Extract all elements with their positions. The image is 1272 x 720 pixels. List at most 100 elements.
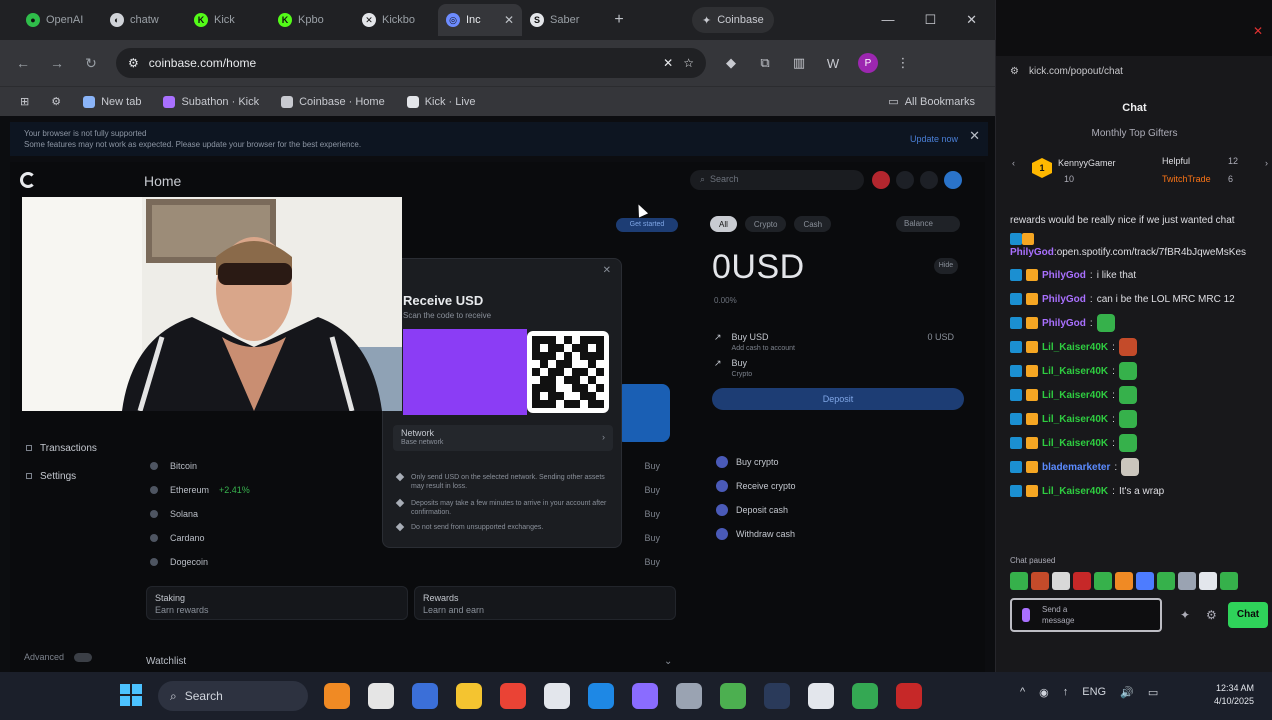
tray-icon[interactable]: ENG: [1082, 686, 1106, 699]
address-bar[interactable]: ⚙ coinbase.com/home ✕ ☆: [116, 48, 706, 78]
wallet-icon[interactable]: W: [824, 56, 842, 71]
buy-usd-row[interactable]: ↗ Buy USD Add cash to account 0 USD: [714, 332, 954, 354]
emote-icon[interactable]: [1073, 572, 1091, 590]
banner-close-icon[interactable]: ✕: [969, 129, 980, 142]
emote-icon[interactable]: [1031, 572, 1049, 590]
bookmark-item[interactable]: Coinbase · Home: [281, 95, 385, 108]
new-tab-icon[interactable]: +: [606, 11, 632, 29]
browser-tab[interactable]: K Kpbo: [270, 4, 354, 36]
bookmark-item[interactable]: Kick · Live: [406, 95, 475, 108]
emote-icon[interactable]: [1157, 572, 1175, 590]
gifter-name[interactable]: Helpful: [1162, 156, 1190, 166]
chat-input[interactable]: Send a message: [1010, 598, 1162, 632]
quick-action-link[interactable]: Receive crypto: [716, 480, 796, 492]
quick-action-link[interactable]: Withdraw cash: [716, 528, 795, 540]
asset-action-button[interactable]: Buy: [644, 533, 666, 543]
chat-username[interactable]: PhilyGod: [1010, 247, 1054, 258]
promo-tile[interactable]: [616, 384, 670, 442]
taskbar-app-icon[interactable]: [588, 683, 614, 709]
close-icon[interactable]: ✕: [603, 265, 611, 276]
gifter-name[interactable]: TwitchTrade: [1162, 174, 1211, 184]
site-info-icon[interactable]: ⚙: [128, 56, 139, 70]
taskbar-app-icon[interactable]: [764, 683, 790, 709]
chat-username[interactable]: PhilyGod: [1042, 294, 1086, 305]
asset-action-button[interactable]: Buy: [644, 485, 666, 495]
asset-action-button[interactable]: Buy: [644, 557, 666, 567]
all-bookmarks[interactable]: ▭ All Bookmarks: [888, 95, 975, 109]
close-icon[interactable]: ✕: [966, 12, 977, 28]
sidebar-item[interactable]: Transactions: [22, 434, 132, 462]
split-view-icon[interactable]: ▥: [790, 55, 808, 71]
menu-icon[interactable]: ⋮: [894, 55, 912, 71]
puzzle-icon[interactable]: ⧉: [756, 55, 774, 71]
start-button[interactable]: [120, 684, 142, 706]
deposit-button[interactable]: Deposit: [712, 388, 964, 410]
hide-balance-button[interactable]: Hide: [934, 258, 958, 274]
taskbar-app-icon[interactable]: [676, 683, 702, 709]
coinbase-logo-icon[interactable]: [20, 172, 36, 188]
tray-icon[interactable]: ↑: [1063, 686, 1069, 699]
apps-grid-icon[interactable]: [896, 171, 914, 189]
help-icon[interactable]: [920, 171, 938, 189]
taskbar-app-icon[interactable]: [500, 683, 526, 709]
search-input[interactable]: ⌕ Search: [690, 170, 864, 190]
clock[interactable]: 12:34 AM 4/10/2025: [1214, 682, 1254, 708]
chat-username[interactable]: PhilyGod: [1042, 318, 1086, 329]
chat-username[interactable]: blademarketer: [1042, 462, 1110, 473]
taskbar-search[interactable]: ⌕ Search: [158, 681, 308, 711]
gifter-name[interactable]: KennyyGamer: [1058, 158, 1116, 168]
extension-icon[interactable]: ◆: [722, 55, 740, 71]
settings-icon[interactable]: ⚙: [51, 95, 61, 108]
browser-tab[interactable]: ● OpenAI: [18, 4, 102, 36]
taskbar-app-icon[interactable]: [456, 683, 482, 709]
balance-tab[interactable]: All: [710, 216, 737, 232]
apps-icon[interactable]: ⊞: [20, 95, 29, 108]
bookmark-item[interactable]: Subathon · Kick: [163, 95, 259, 108]
asset-action-button[interactable]: Buy: [644, 509, 666, 519]
browser-tab[interactable]: S Saber: [522, 4, 606, 36]
minimize-icon[interactable]: —: [881, 12, 894, 28]
gear-icon[interactable]: ⚙: [1206, 608, 1217, 622]
emote-picker-icon[interactable]: [1022, 608, 1030, 622]
settings-icon[interactable]: ⚙: [1010, 66, 1019, 77]
emote-icon[interactable]: [1115, 572, 1133, 590]
chat-username[interactable]: Lil_Kaiser40K: [1042, 438, 1108, 449]
sidebar-item[interactable]: Settings: [22, 462, 132, 490]
taskbar-app-icon[interactable]: [808, 683, 834, 709]
profile-avatar[interactable]: P: [858, 53, 878, 73]
star-icon[interactable]: ☆: [683, 56, 694, 70]
quick-action-link[interactable]: Deposit cash: [716, 504, 788, 516]
banner-update-link[interactable]: Update now: [910, 134, 958, 145]
balance-tab[interactable]: Crypto: [744, 216, 787, 232]
reload-icon[interactable]: ↻: [82, 55, 100, 72]
chevron-left-icon[interactable]: ‹: [1012, 158, 1015, 168]
emote-icon[interactable]: [1052, 572, 1070, 590]
back-icon[interactable]: ←: [14, 55, 32, 71]
emote-icon[interactable]: [1094, 572, 1112, 590]
taskbar-app-icon[interactable]: [852, 683, 878, 709]
asset-action-button[interactable]: Buy: [644, 461, 666, 471]
network-selector[interactable]: Network Base network ›: [393, 425, 613, 451]
balance-dropdown[interactable]: Balance: [896, 216, 960, 232]
chevron-down-icon[interactable]: ⌄: [664, 656, 672, 667]
get-started-button[interactable]: Get started: [616, 218, 678, 232]
chat-username[interactable]: Lil_Kaiser40K: [1042, 414, 1108, 425]
forward-icon[interactable]: →: [48, 55, 66, 71]
taskbar-app-icon[interactable]: [632, 683, 658, 709]
browser-tab[interactable]: ◎ Inc ✕: [438, 4, 522, 36]
emote-icon[interactable]: [1010, 572, 1028, 590]
advanced-toggle[interactable]: [74, 652, 93, 662]
close-icon[interactable]: ✕: [1253, 24, 1263, 38]
tab-search-button[interactable]: ✦ Coinbase: [692, 7, 774, 33]
chat-username[interactable]: Lil_Kaiser40K: [1042, 390, 1108, 401]
close-tab-icon[interactable]: ✕: [504, 13, 514, 27]
tray-icon[interactable]: 🔊: [1120, 686, 1134, 699]
gift-icon[interactable]: ✦: [1180, 608, 1190, 622]
browser-tab[interactable]: K Kick: [186, 4, 270, 36]
tray-icon[interactable]: ◉: [1039, 686, 1049, 699]
taskbar-app-icon[interactable]: [368, 683, 394, 709]
chat-send-button[interactable]: Chat: [1228, 602, 1268, 628]
bookmark-item[interactable]: New tab: [83, 95, 141, 108]
balance-tab[interactable]: Cash: [794, 216, 832, 232]
rewards-card[interactable]: Rewards Learn and earn: [414, 586, 676, 620]
